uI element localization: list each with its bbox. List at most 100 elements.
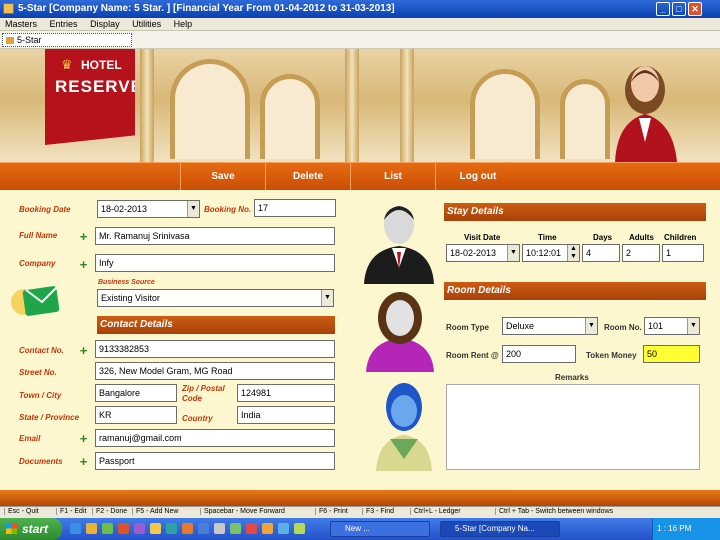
children-field[interactable]: 1: [662, 244, 704, 262]
app-icon[interactable]: [294, 523, 305, 534]
street-label: Street No.: [19, 368, 57, 377]
shortcut-item: Spacebar - Move Forward: [200, 508, 285, 515]
booking-date-picker[interactable]: 18-02-2013 ▼: [97, 200, 200, 218]
start-button[interactable]: start: [0, 518, 62, 540]
remarks-textarea[interactable]: [446, 384, 700, 470]
add-name-icon[interactable]: +: [78, 230, 89, 243]
shortcut-item: Ctrl + Tab - Switch between windows: [495, 508, 613, 515]
chevron-down-icon[interactable]: ▼: [507, 245, 519, 261]
room-type-label: Room Type: [446, 323, 489, 332]
shortcut-item: F6 - Print: [315, 508, 348, 515]
clock[interactable]: 1 : 16 PM: [657, 524, 691, 533]
days-field[interactable]: 4: [582, 244, 620, 262]
add-company-icon[interactable]: +: [78, 258, 89, 271]
tab-label: 5-Star: [17, 35, 42, 45]
chevron-down-icon[interactable]: ▼: [585, 318, 597, 334]
app-icon[interactable]: [214, 523, 225, 534]
room-rent-field[interactable]: 200: [502, 345, 576, 363]
email-label: Email: [19, 434, 41, 443]
logout-button[interactable]: Log out: [435, 163, 520, 191]
remarks-label: Remarks: [555, 373, 589, 382]
shortcut-bar: Esc - Quit F1 - Edit F2 - Done F5 - Add …: [0, 506, 720, 518]
taskbar-window-5-star[interactable]: 5-Star [Company Na...: [440, 521, 560, 537]
email-field[interactable]: ramanuj@gmail.com: [95, 429, 335, 447]
full-name-field[interactable]: Mr. Ramanuj Srinivasa: [95, 227, 335, 245]
spinner-icon[interactable]: ▲ ▼: [567, 245, 579, 261]
app-icon[interactable]: [198, 523, 209, 534]
booking-no-field[interactable]: 17: [254, 199, 336, 217]
street-field[interactable]: 326, New Model Gram, MG Road: [95, 362, 335, 380]
days-col: Days: [593, 233, 613, 242]
male-guest-avatar: [364, 206, 434, 284]
app-icon[interactable]: [278, 523, 289, 534]
room-rent-label: Room Rent @: [446, 351, 499, 360]
minimize-button[interactable]: _: [656, 2, 670, 16]
banner-arch: [170, 59, 250, 159]
media-icon[interactable]: [102, 523, 113, 534]
shortcut-item: Esc - Quit: [4, 508, 39, 515]
add-document-icon[interactable]: +: [78, 455, 89, 468]
maximize-button[interactable]: □: [672, 2, 686, 16]
room-type-select[interactable]: Deluxe ▼: [502, 317, 598, 335]
app-icon[interactable]: [134, 523, 145, 534]
save-button[interactable]: Save: [180, 163, 265, 191]
start-label: start: [22, 522, 49, 536]
menu-utilities[interactable]: Utilities: [127, 18, 166, 31]
tab-5-star[interactable]: 5-Star: [2, 33, 132, 47]
documents-label: Documents: [19, 457, 63, 466]
visit-date-picker[interactable]: 18-02-2013 ▼: [446, 244, 520, 262]
add-email-icon[interactable]: +: [78, 432, 89, 445]
chevron-down-icon[interactable]: ▼: [321, 290, 333, 306]
visit-date-value: 18-02-2013: [450, 248, 497, 258]
country-field[interactable]: India: [237, 406, 335, 424]
app-icon[interactable]: [246, 523, 257, 534]
tab-strip: 5-Star: [0, 31, 720, 49]
taskbar-window-new[interactable]: New ...: [330, 521, 430, 537]
window-titlebar[interactable]: 5-Star [Company Name: 5 Star. ] [Financi…: [0, 0, 720, 18]
app-icon[interactable]: [262, 523, 273, 534]
chevron-down-icon[interactable]: ▼: [187, 201, 199, 217]
close-button[interactable]: ✕: [688, 2, 702, 16]
room-no-select[interactable]: 101 ▼: [644, 317, 700, 335]
contact-no-label: Contact No.: [19, 346, 64, 355]
crown-icon: ♛: [61, 57, 73, 72]
menu-display[interactable]: Display: [85, 18, 125, 31]
room-no-value: 101: [648, 321, 664, 331]
business-source-select[interactable]: Existing Visitor ▼: [97, 289, 334, 307]
menu-masters[interactable]: Masters: [0, 18, 42, 31]
app-icon[interactable]: [150, 523, 161, 534]
company-field[interactable]: Infy: [95, 254, 335, 272]
adults-field[interactable]: 2: [622, 244, 660, 262]
town-field[interactable]: Bangalore: [95, 384, 177, 402]
system-tray: 1 : 16 PM: [652, 518, 720, 540]
visit-date-col: Visit Date: [464, 233, 501, 242]
business-source-label: Business Source: [98, 279, 155, 286]
delete-button[interactable]: Delete: [265, 163, 350, 191]
adults-col: Adults: [629, 233, 654, 242]
menu-help[interactable]: Help: [169, 18, 198, 31]
add-contact-icon[interactable]: +: [78, 344, 89, 357]
time-col: Time: [538, 233, 557, 242]
menu-bar: Masters Entries Display Utilities Help: [0, 18, 720, 31]
booking-no-label: Booking No.: [204, 205, 252, 214]
documents-field[interactable]: Passport: [95, 452, 335, 470]
ie-icon[interactable]: [70, 523, 81, 534]
logo-text-hotel: HOTEL: [81, 58, 122, 72]
menu-entries[interactable]: Entries: [45, 18, 83, 31]
shortcut-item: Ctrl+L - Ledger: [410, 508, 461, 515]
booking-date-label: Booking Date: [19, 205, 71, 214]
full-name-label: Full Name: [19, 231, 58, 240]
zip-field[interactable]: 124981: [237, 384, 335, 402]
folder-icon[interactable]: [86, 523, 97, 534]
contact-no-field[interactable]: 9133382853: [95, 340, 335, 358]
company-label: Company: [19, 259, 56, 268]
time-stepper[interactable]: 10:12:01 ▲ ▼: [522, 244, 580, 262]
chevron-down-icon[interactable]: ▼: [687, 318, 699, 334]
app-icon[interactable]: [118, 523, 129, 534]
app-icon[interactable]: [182, 523, 193, 534]
list-button[interactable]: List: [350, 163, 435, 191]
token-money-field[interactable]: 50: [643, 345, 700, 363]
app-icon[interactable]: [230, 523, 241, 534]
state-field[interactable]: KR: [95, 406, 177, 424]
app-icon[interactable]: [166, 523, 177, 534]
